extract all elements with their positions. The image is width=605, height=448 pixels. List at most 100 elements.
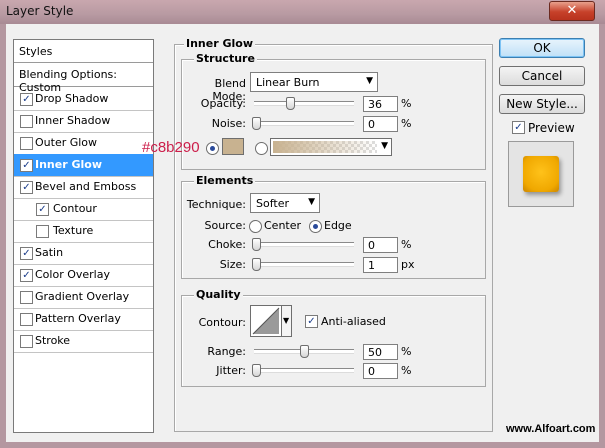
chevron-down-icon: ▼ [308, 197, 315, 207]
chevron-down-icon: ▼ [366, 76, 373, 86]
style-item-contour[interactable]: ✓ Contour [14, 198, 153, 221]
title-bar: Layer Style ✕ [0, 0, 605, 24]
close-icon: ✕ [566, 3, 578, 18]
ok-button[interactable]: OK [499, 38, 585, 58]
quality-title: Quality [194, 288, 243, 301]
style-item-stroke[interactable]: Stroke [14, 330, 153, 353]
style-item-label: Inner Glow [35, 158, 102, 171]
solid-color-radio[interactable] [206, 142, 219, 155]
style-item-label: Drop Shadow [35, 92, 109, 105]
jitter-slider[interactable] [254, 368, 354, 373]
style-item-checkbox[interactable] [36, 225, 49, 238]
checkmark-icon[interactable]: ✓ [20, 159, 33, 172]
style-preview [508, 141, 574, 207]
technique-label: Technique: [186, 198, 246, 211]
window-title: Layer Style [6, 4, 74, 18]
choke-slider-thumb[interactable] [252, 238, 261, 251]
checkmark-icon[interactable]: ✓ [20, 269, 33, 282]
glow-color-swatch[interactable] [222, 138, 244, 155]
choke-unit: % [401, 238, 412, 251]
watermark: www.Alfoart.com [506, 423, 596, 435]
style-item-inner-shadow[interactable]: Inner Shadow [14, 110, 153, 133]
size-label: Size: [219, 258, 246, 271]
contour-picker[interactable] [250, 305, 282, 337]
preview-swatch [523, 156, 559, 192]
style-item-label: Stroke [35, 334, 71, 347]
gradient-radio[interactable] [255, 142, 268, 155]
window-frame-right [599, 24, 605, 448]
choke-slider[interactable] [254, 242, 354, 247]
blend-mode-select[interactable]: Linear Burn ▼ [250, 72, 378, 92]
style-item-inner-glow[interactable]: ✓ Inner Glow [14, 154, 153, 177]
style-item-label: Color Overlay [35, 268, 110, 281]
size-slider-thumb[interactable] [252, 258, 262, 271]
gradient-picker[interactable]: ▼ [270, 138, 392, 156]
style-item-texture[interactable]: Texture [14, 220, 153, 243]
cancel-button[interactable]: Cancel [499, 66, 585, 86]
style-item-satin[interactable]: ✓ Satin [14, 242, 153, 265]
jitter-label: Jitter: [216, 364, 246, 377]
jitter-slider-thumb[interactable] [252, 364, 261, 377]
noise-slider-thumb[interactable] [252, 117, 261, 130]
contour-dropdown-button[interactable]: ▼ [282, 305, 292, 337]
hex-color-annotation: #c8b290 [142, 139, 200, 156]
source-center-radio[interactable] [249, 220, 262, 233]
chevron-down-icon: ▼ [283, 316, 290, 325]
checkmark-icon[interactable]: ✓ [20, 93, 33, 106]
choke-label: Choke: [208, 238, 246, 251]
style-item-checkbox[interactable] [20, 137, 33, 150]
contour-label: Contour: [198, 316, 246, 329]
checkmark-icon[interactable]: ✓ [20, 181, 33, 194]
style-item-outer-glow[interactable]: Outer Glow [14, 132, 153, 155]
style-item-checkbox[interactable] [20, 115, 33, 128]
source-edge-radio[interactable] [309, 220, 322, 233]
opacity-slider[interactable] [254, 101, 354, 106]
contour-linear-icon [252, 307, 280, 335]
preview-label: Preview [528, 121, 575, 135]
checkmark-icon[interactable]: ✓ [20, 247, 33, 260]
close-button[interactable]: ✕ [549, 1, 595, 21]
range-input[interactable]: 50 [363, 344, 398, 360]
source-label: Source: [204, 219, 247, 232]
style-item-drop-shadow[interactable]: ✓ Drop Shadow [14, 88, 153, 111]
opacity-input[interactable]: 36 [363, 96, 398, 112]
size-input[interactable]: 1 [363, 257, 398, 273]
size-slider[interactable] [254, 262, 354, 267]
noise-unit: % [401, 117, 412, 130]
noise-label: Noise: [211, 117, 246, 130]
technique-select[interactable]: Softer ▼ [250, 193, 320, 213]
opacity-label: Opacity: [200, 97, 246, 110]
source-edge-label: Edge [324, 219, 352, 232]
window-frame-bottom [0, 442, 605, 448]
preview-checkbox[interactable]: ✓ [512, 121, 525, 134]
style-item-pattern-overlay[interactable]: Pattern Overlay [14, 308, 153, 331]
checkmark-icon[interactable]: ✓ [36, 203, 49, 216]
noise-slider[interactable] [254, 121, 354, 126]
styles-header-label: Styles [19, 45, 53, 58]
jitter-input[interactable]: 0 [363, 363, 398, 379]
structure-title: Structure [194, 52, 257, 65]
opacity-slider-thumb[interactable] [286, 97, 296, 110]
style-item-checkbox[interactable] [20, 313, 33, 326]
gradient-preview [273, 141, 377, 153]
new-style-button[interactable]: New Style... [499, 94, 585, 114]
style-item-checkbox[interactable] [20, 335, 33, 348]
style-item-label: Gradient Overlay [35, 290, 130, 303]
styles-header[interactable]: Styles [14, 40, 153, 63]
style-item-checkbox[interactable] [20, 291, 33, 304]
blend-mode-value: Linear Burn [256, 76, 320, 89]
noise-input[interactable]: 0 [363, 116, 398, 132]
style-item-label: Texture [53, 224, 94, 237]
range-slider-thumb[interactable] [299, 345, 309, 358]
blending-options-item[interactable]: Blending Options: Custom [14, 64, 153, 94]
style-item-bevel-and-emboss[interactable]: ✓ Bevel and Emboss [14, 176, 153, 199]
technique-value: Softer [256, 197, 289, 210]
style-item-color-overlay[interactable]: ✓ Color Overlay [14, 264, 153, 287]
choke-input[interactable]: 0 [363, 237, 398, 253]
style-item-gradient-overlay[interactable]: Gradient Overlay [14, 286, 153, 309]
style-item-label: Outer Glow [35, 136, 98, 149]
elements-title: Elements [194, 174, 256, 187]
opacity-unit: % [401, 97, 412, 110]
anti-aliased-label: Anti-aliased [321, 315, 386, 328]
anti-aliased-checkbox[interactable]: ✓ [305, 315, 318, 328]
